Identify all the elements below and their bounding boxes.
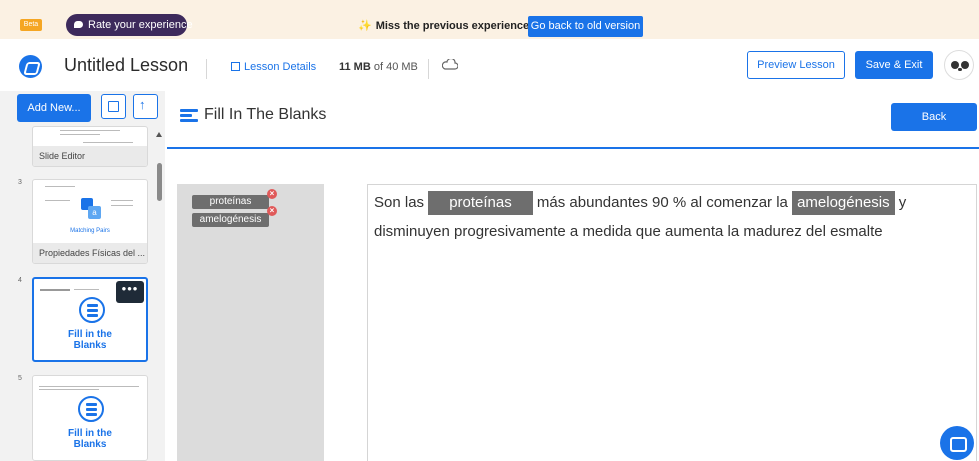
avatar[interactable] [944, 50, 974, 80]
mini-text-line [39, 386, 139, 387]
slide-number: 4 [18, 277, 22, 284]
import-slide-button[interactable] [101, 94, 126, 119]
app-header: Untitled Lesson Lesson Details 11 MB of … [0, 39, 979, 91]
slide-label: Propiedades Físicas del ... [33, 243, 147, 263]
slide-number: 5 [18, 375, 22, 382]
avatar-nose [958, 68, 962, 71]
blank-amelogenesis[interactable]: amelogénesis [792, 191, 895, 215]
mini-text-line [111, 200, 133, 201]
lesson-details-link[interactable]: Lesson Details [231, 61, 316, 73]
mini-text-line [60, 134, 100, 135]
sentence-editor[interactable]: Son las proteínas más abundantes 90 % al… [367, 184, 977, 461]
back-button[interactable]: Back [891, 103, 977, 131]
mini-text-line [40, 289, 70, 291]
sparkle-icon: ✨ [358, 20, 372, 32]
upload-icon: ↑ [139, 97, 146, 112]
miss-previous-label: Miss the previous experience? [375, 20, 536, 32]
top-banner: Beta Rate your experience ✨ Miss the prev… [0, 0, 979, 39]
app-logo-icon[interactable] [19, 55, 42, 78]
section-title: Fill In The Blanks [204, 106, 327, 123]
slide-preview-text: Matching Pairs [70, 228, 110, 234]
mini-text-line [83, 142, 133, 143]
header-divider [428, 59, 429, 79]
slide-title-line1: Fill in the [68, 428, 112, 439]
scroll-up-arrow-icon[interactable] [156, 132, 162, 137]
remove-word-icon[interactable]: × [267, 206, 277, 216]
mini-text-line [45, 200, 70, 201]
word-chip-amelogenesis[interactable]: amelogénesis [192, 213, 269, 227]
mini-text-line [60, 130, 120, 131]
miss-previous-text: ✨ Miss the previous experience? [358, 19, 536, 32]
sentence-part: más abundantes 90 % al comenzar la [532, 194, 793, 211]
edit-icon [231, 62, 240, 71]
rate-experience-label: Rate your experience [88, 19, 193, 31]
storage-used: 11 MB [339, 61, 371, 73]
word-bank: proteínas × amelogénesis × [177, 184, 324, 461]
slide-thumbnail[interactable]: Slide Editor [32, 126, 148, 167]
upload-button[interactable]: ↑ [133, 94, 158, 119]
header-divider [206, 59, 207, 79]
mini-text-line [74, 289, 99, 290]
scrollbar-thumb[interactable] [157, 163, 162, 201]
slide-title-line2: Blanks [73, 340, 107, 351]
add-box-icon [108, 101, 119, 112]
cloud-save-icon [442, 59, 458, 70]
preview-lesson-button[interactable]: Preview Lesson [747, 51, 845, 79]
avatar-eye [961, 61, 969, 69]
chat-icon [74, 21, 83, 28]
slide-label: Slide Editor [33, 146, 147, 166]
storage-total: of 40 MB [373, 61, 418, 73]
mini-text-line [45, 186, 75, 187]
slide-thumbnail-5[interactable]: Fill in the Blanks [32, 375, 148, 461]
matching-pairs-a-icon: a [88, 206, 101, 219]
fill-blanks-icon [180, 109, 198, 123]
add-new-button[interactable]: Add New... [17, 94, 91, 122]
slide-more-options-button[interactable]: ••• [116, 281, 144, 303]
sentence-text: Son las proteínas más abundantes 90 % al… [374, 188, 972, 246]
rate-experience-button[interactable]: Rate your experience [66, 14, 193, 36]
remove-word-icon[interactable]: × [267, 189, 277, 199]
slides-sidebar: Add New... ↑ Slide Editor 3 a Matching P… [0, 91, 165, 461]
slide-thumbnail-4[interactable]: Fill in the Blanks ••• [32, 277, 148, 362]
storage-usage: 11 MB of 40 MB [339, 61, 418, 73]
mini-text-line [39, 389, 99, 390]
mini-text-line [111, 205, 133, 206]
save-exit-button[interactable]: Save & Exit [855, 51, 933, 79]
lesson-title[interactable]: Untitled Lesson [64, 55, 188, 76]
section-divider [167, 147, 979, 149]
slide-number: 3 [18, 179, 22, 186]
blank-proteinas[interactable]: proteínas [428, 191, 533, 215]
slide-title-line2: Blanks [73, 439, 107, 450]
fill-blanks-circle-icon [78, 396, 104, 422]
lesson-details-label: Lesson Details [244, 61, 317, 73]
slide-thumbnail-3[interactable]: a Matching Pairs Propiedades Físicas del… [32, 179, 148, 264]
support-chat-icon[interactable] [940, 426, 974, 460]
go-back-old-version-button[interactable]: Go back to old version [528, 16, 643, 37]
slide-title-line1: Fill in the [68, 329, 112, 340]
beta-badge: Beta [20, 19, 42, 31]
fill-blanks-circle-icon [79, 297, 105, 323]
word-chip-proteinas[interactable]: proteínas [192, 195, 269, 209]
sentence-part: Son las [374, 194, 429, 211]
